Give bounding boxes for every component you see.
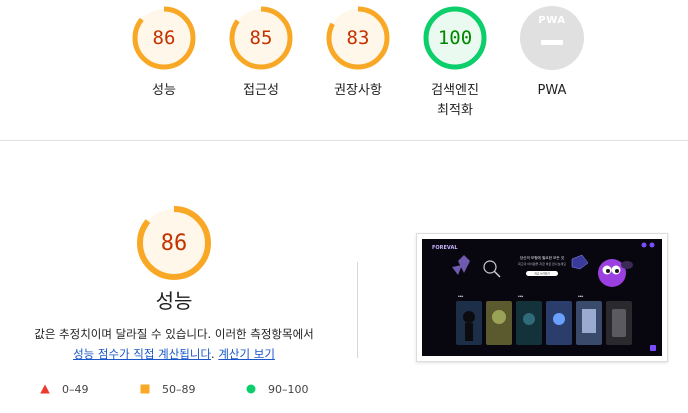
- description-line-2: 성능 점수가 직접 계산됩니다. 계산기 보기: [0, 344, 348, 364]
- svg-text:▪▪▪: ▪▪▪: [578, 295, 584, 298]
- gauge-score: 83: [346, 27, 370, 49]
- performance-gauge-large: 86: [136, 205, 212, 281]
- thumbnail-page: FOREVAL 당신의 모험에 필요한 모든 것 최고의 아이템을 지금 바로 …: [422, 239, 662, 356]
- performance-description: 값은 추정치이며 달라질 수 있습니다. 이러한 측정항목에서 성능 점수가 직…: [0, 324, 348, 364]
- thumbnail-headline: 당신의 모험에 필요한 모든 것: [520, 255, 565, 260]
- legend-range: 50–89: [162, 382, 196, 396]
- gauge-score: 85: [249, 27, 273, 49]
- legend-average: 50–89: [140, 380, 196, 398]
- gauge-performance[interactable]: 86: [131, 5, 197, 71]
- performance-score: 86: [160, 230, 188, 256]
- pwa-badge-text: PWA: [538, 15, 566, 26]
- square-icon: [140, 384, 150, 394]
- gauge-score: 100: [437, 27, 473, 49]
- gauge-score: 86: [152, 27, 176, 49]
- thumbnail-subheadline: 최고의 아이템을 지금 바로 만나보세요: [518, 261, 566, 266]
- svg-text:▪▪▪: ▪▪▪: [518, 295, 524, 298]
- thumbnail-cta: 지금 시작하기: [534, 272, 550, 276]
- circle-icon: [246, 384, 256, 394]
- gauge-pwa[interactable]: PWA: [519, 5, 585, 71]
- legend-pass: 90–100: [246, 380, 309, 398]
- calculation-link[interactable]: 성능 점수가 직접 계산됩니다: [73, 347, 211, 361]
- legend-range: 0–49: [62, 382, 89, 396]
- thumbnail-illustration: FOREVAL 당신의 모험에 필요한 모든 것 최고의 아이템을 지금 바로 …: [422, 239, 662, 356]
- section-divider: [0, 140, 688, 141]
- performance-title: 성능: [155, 289, 193, 313]
- legend-fail: 0–49: [40, 380, 89, 398]
- svg-text:▪▪▪: ▪▪▪: [458, 295, 464, 298]
- gauge-best-practices[interactable]: 83: [325, 5, 391, 71]
- calculator-link[interactable]: 계산기 보기: [218, 347, 275, 361]
- gauge-label-pwa: PWA: [537, 83, 567, 98]
- legend-range: 90–100: [268, 382, 309, 396]
- gauge-seo[interactable]: 100: [422, 5, 488, 71]
- gauge-label-line: 최적화: [437, 103, 473, 118]
- triangle-icon: [40, 384, 50, 394]
- thumbnail-brand: FOREVAL: [432, 245, 458, 251]
- vertical-divider: [357, 262, 358, 358]
- final-screenshot-thumbnail[interactable]: FOREVAL 당신의 모험에 필요한 모든 것 최고의 아이템을 지금 바로 …: [416, 233, 668, 362]
- description-line: 값은 추정치이며 달라질 수 있습니다. 이러한 측정항목에서: [34, 327, 314, 341]
- gauge-accessibility[interactable]: 85: [228, 5, 294, 71]
